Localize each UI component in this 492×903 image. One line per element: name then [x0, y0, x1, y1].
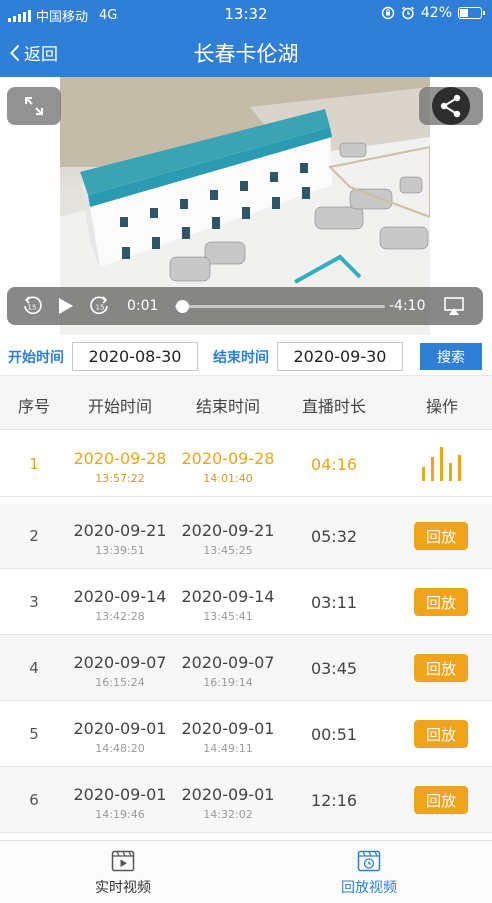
duration: 05:32 — [310, 527, 358, 546]
duration: 03:45 — [310, 659, 358, 678]
end-date: 2020-09-28 — [181, 449, 275, 468]
row-index: 3 — [29, 593, 39, 611]
replay-button[interactable]: 回放 — [414, 522, 468, 550]
video-player[interactable]: 15 15 0:01 -4:10 — [0, 77, 492, 335]
start-date: 2020-09-01 — [73, 719, 167, 738]
table-row[interactable]: 3 2020-09-14 13:42:28 2020-09-14 13:45:4… — [0, 569, 492, 635]
table-row[interactable]: 1 2020-09-28 13:57:22 2020-09-28 14:01:4… — [0, 431, 492, 497]
start-date: 2020-09-14 — [73, 587, 167, 606]
end-time: 14:32:02 — [203, 808, 253, 821]
end-date: 2020-09-07 — [181, 653, 275, 672]
battery-percent: 42% — [420, 5, 452, 21]
nav-bar: 返回 长春卡伦湖 — [0, 28, 492, 77]
rewind-15-icon: 15 — [24, 296, 42, 315]
start-date: 2020-09-01 — [73, 785, 167, 804]
end-time: 13:45:41 — [203, 610, 253, 623]
airplay-icon — [444, 297, 464, 315]
table-row[interactable]: 6 2020-09-01 14:19:46 2020-09-01 14:32:0… — [0, 767, 492, 833]
skip-back-button[interactable]: 15 — [21, 287, 43, 325]
progress-knob[interactable] — [175, 300, 189, 313]
start-time: 16:15:24 — [95, 676, 145, 689]
date-filter-bar: 开始时间 2020-08-30 结束时间 2020-09-30 搜索 — [0, 337, 492, 375]
expand-icon — [25, 97, 43, 115]
row-index: 6 — [29, 791, 39, 809]
header-index: 序号 — [17, 397, 50, 416]
page-title: 长春卡伦湖 — [193, 42, 299, 66]
start-time: 13:57:22 — [95, 472, 145, 485]
replay-button[interactable]: 回放 — [414, 588, 468, 616]
duration: 12:16 — [310, 791, 358, 810]
end-time: 13:45:25 — [203, 544, 253, 557]
start-date: 2020-09-07 — [73, 653, 167, 672]
duration: 04:16 — [310, 455, 358, 474]
share-icon — [432, 87, 470, 125]
bottom-tab-bar: 实时视频 回放视频 — [0, 840, 492, 903]
start-time: 13:39:51 — [95, 544, 145, 557]
elapsed-time: 0:01 — [127, 298, 159, 314]
table-header: 序号 开始时间 结束时间 直播时长 操作 — [0, 375, 492, 430]
end-date: 2020-09-21 — [181, 521, 275, 540]
row-index: 1 — [29, 455, 39, 473]
airplay-button[interactable] — [443, 287, 465, 325]
replay-button[interactable]: 回放 — [414, 720, 468, 748]
table-row[interactable]: 4 2020-09-07 16:15:24 2020-09-07 16:19:1… — [0, 635, 492, 701]
tab-replay-video[interactable]: 回放视频 — [246, 841, 492, 903]
end-date-input[interactable]: 2020-09-30 — [277, 342, 403, 371]
end-time: 16:19:14 — [203, 676, 253, 689]
status-bar: 中国移动 4G 13:32 42% — [0, 0, 492, 28]
search-button[interactable]: 搜索 — [420, 343, 482, 370]
duration: 03:11 — [310, 593, 358, 612]
end-date: 2020-09-14 — [181, 587, 275, 606]
alarm-icon — [401, 6, 414, 20]
tab-live-video[interactable]: 实时视频 — [0, 841, 246, 903]
playback-controls: 15 15 0:01 -4:10 — [7, 287, 483, 325]
share-button[interactable] — [419, 87, 483, 125]
start-date: 2020-09-21 — [73, 521, 167, 540]
row-index: 4 — [29, 659, 39, 677]
forward-15-icon: 15 — [90, 296, 108, 315]
live-video-icon — [111, 850, 135, 872]
duration: 00:51 — [310, 725, 358, 744]
row-index: 5 — [29, 725, 39, 743]
tab-live-video-label: 实时视频 — [95, 880, 151, 896]
row-index: 2 — [29, 527, 39, 545]
replay-button[interactable]: 回放 — [414, 654, 468, 682]
start-time: 14:19:46 — [95, 808, 145, 821]
table-row[interactable]: 2 2020-09-21 13:39:51 2020-09-21 13:45:2… — [0, 503, 492, 569]
replay-button[interactable]: 回放 — [414, 786, 468, 814]
end-time: 14:01:40 — [203, 472, 253, 485]
header-duration: 直播时长 — [301, 397, 366, 416]
start-date: 2020-09-28 — [73, 449, 167, 468]
start-time: 13:42:28 — [95, 610, 145, 623]
skip-forward-button[interactable]: 15 — [89, 287, 111, 325]
play-icon — [59, 298, 73, 314]
skip-forward-seconds: 15 — [96, 304, 105, 312]
end-time: 14:49:11 — [203, 742, 253, 755]
table-row[interactable]: 5 2020-09-01 14:48:20 2020-09-01 14:49:1… — [0, 701, 492, 767]
skip-back-seconds: 15 — [28, 304, 37, 312]
play-button[interactable] — [57, 287, 75, 325]
header-action: 操作 — [425, 397, 458, 416]
remaining-time: -4:10 — [389, 298, 426, 314]
end-date: 2020-09-01 — [181, 719, 275, 738]
tab-replay-video-label: 回放视频 — [341, 880, 397, 896]
end-date: 2020-09-01 — [181, 785, 275, 804]
replay-video-icon — [357, 850, 381, 872]
start-time: 14:48:20 — [95, 742, 145, 755]
end-time-label: 结束时间 — [213, 350, 269, 366]
header-start-time: 开始时间 — [87, 397, 152, 416]
progress-slider[interactable] — [175, 300, 385, 313]
fullscreen-button[interactable] — [7, 87, 61, 125]
start-date-input[interactable]: 2020-08-30 — [72, 342, 198, 371]
start-time-label: 开始时间 — [8, 350, 64, 366]
now-playing-icon — [420, 443, 461, 481]
top-bar: 中国移动 4G 13:32 42% 返回 长春卡伦湖 — [0, 0, 492, 77]
header-end-time: 结束时间 — [195, 397, 260, 416]
rotation-lock-icon — [381, 6, 395, 20]
battery-icon — [458, 7, 485, 19]
